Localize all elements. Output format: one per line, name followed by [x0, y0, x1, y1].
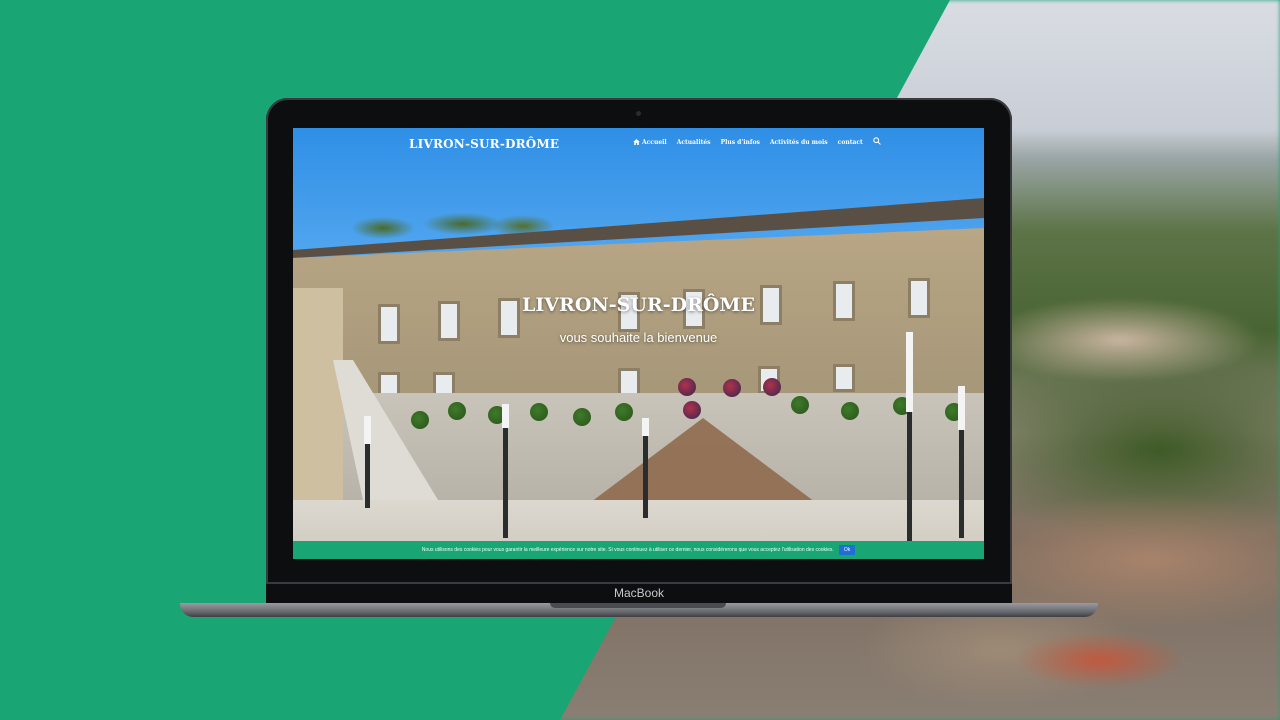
flower-basket — [678, 378, 696, 396]
nav-item-contact[interactable]: contact — [838, 139, 863, 146]
nav-item-plus-dinfos[interactable]: Plus d'infos — [721, 139, 760, 146]
street-lamp-light — [364, 416, 371, 444]
home-icon — [633, 139, 640, 145]
cookie-ok-button[interactable]: Ok — [838, 545, 856, 555]
street-lamp-light — [502, 404, 509, 428]
flower-basket — [723, 379, 741, 397]
camera-icon — [636, 111, 641, 116]
hero-subtitle: vous souhaite la bienvenue — [559, 330, 718, 345]
street-lamp-light — [642, 418, 649, 436]
hero-title: LIVRON-SUR-DRÔME — [522, 294, 755, 316]
flower-basket — [791, 396, 809, 414]
flower-basket — [763, 378, 781, 396]
building-window — [833, 364, 855, 392]
laptop-notch — [550, 603, 726, 608]
flower-basket — [615, 403, 633, 421]
flower-basket — [530, 403, 548, 421]
nav-item-actualites[interactable]: Actualités — [677, 139, 711, 146]
nav-item-label: Accueil — [642, 139, 667, 146]
main-nav: Accueil Actualités Plus d'infos Activité… — [633, 136, 881, 146]
search-icon[interactable] — [873, 136, 881, 145]
flower-basket — [448, 402, 466, 420]
building-window — [618, 368, 640, 396]
flower-basket — [573, 408, 591, 426]
nav-item-accueil[interactable]: Accueil — [633, 139, 667, 146]
laptop-screen: LIVRON-SUR-DRÔME Accueil Actualités Plus… — [293, 128, 984, 559]
flower-basket — [411, 411, 429, 429]
cookie-text: Nous utilisons des cookies pour vous gar… — [421, 547, 834, 553]
laptop-brand-label: MacBook — [613, 586, 665, 600]
hero-left-building — [293, 288, 343, 508]
street-lamp-light — [958, 386, 965, 430]
site-logo[interactable]: LIVRON-SUR-DRÔME — [409, 137, 559, 151]
nav-item-activites-du-mois[interactable]: Activités du mois — [770, 139, 828, 146]
flower-basket — [683, 401, 701, 419]
flower-basket — [841, 402, 859, 420]
cookie-banner: Nous utilisons des cookies pour vous gar… — [293, 541, 984, 559]
